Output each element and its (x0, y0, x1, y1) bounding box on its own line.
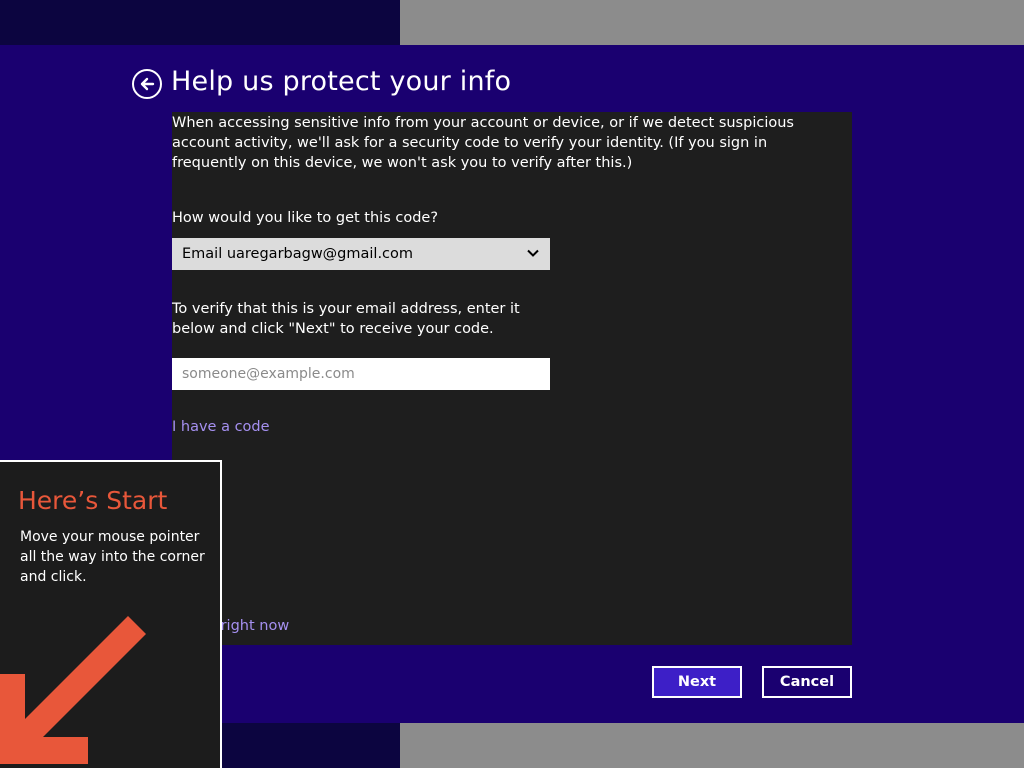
chevron-down-icon (527, 249, 539, 257)
start-tip-body: Move your mouse pointer all the way into… (20, 529, 205, 585)
corner-arrow-icon (0, 616, 146, 764)
start-tip-title: Here’s Start (18, 486, 168, 515)
background-top-right (400, 0, 1024, 45)
have-code-link[interactable]: I have a code (172, 419, 270, 435)
back-arrow-icon (140, 77, 155, 91)
page-title: Help us protect your info (171, 66, 512, 97)
code-method-select[interactable]: Email uaregarbagw@gmail.com (172, 238, 550, 270)
intro-text: When accessing sensitive info from your … (172, 115, 794, 171)
background-top-left (0, 0, 400, 45)
email-input[interactable] (172, 358, 550, 390)
verify-instructions: To verify that this is your email addres… (172, 301, 520, 337)
start-tip-panel: Here’s Start Move your mouse pointer all… (0, 460, 222, 768)
next-button[interactable]: Next (652, 666, 742, 698)
back-button[interactable] (132, 69, 162, 99)
cancel-button[interactable]: Cancel (762, 666, 852, 698)
code-method-selected-value: Email uaregarbagw@gmail.com (182, 246, 414, 262)
code-method-question: How would you like to get this code? (172, 210, 439, 226)
background-bottom-right (400, 723, 1024, 768)
